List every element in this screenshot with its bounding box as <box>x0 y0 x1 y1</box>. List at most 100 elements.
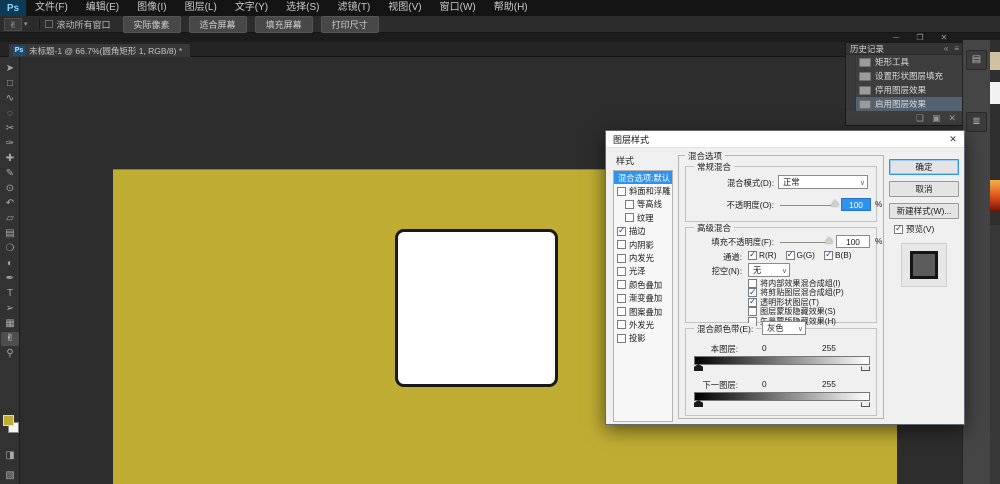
zoom-tool[interactable]: ⚲ <box>1 347 19 361</box>
properties-panel-dock-icon[interactable]: ≣ <box>966 112 987 132</box>
new-snapshot-icon[interactable]: ▣ <box>928 113 945 124</box>
style-checkbox[interactable] <box>617 267 626 276</box>
menu-item[interactable]: 文字(Y) <box>226 0 277 16</box>
shape-tool[interactable]: ▦ <box>1 317 19 331</box>
style-list-item[interactable]: 渐变叠加 <box>614 292 672 305</box>
menu-item[interactable]: 视图(V) <box>379 0 430 16</box>
advanced-option-checkbox[interactable] <box>748 307 757 316</box>
style-list-item[interactable]: 混合选项:默认 <box>614 171 672 184</box>
style-checkbox[interactable] <box>617 307 626 316</box>
healing-brush-tool[interactable]: ✚ <box>1 152 19 166</box>
menu-item[interactable]: 帮助(H) <box>485 0 537 16</box>
type-tool[interactable]: T <box>1 287 19 301</box>
style-checkbox[interactable] <box>625 200 634 209</box>
history-state-row[interactable]: 设置形状图层填充 <box>846 69 962 83</box>
lasso-tool[interactable]: ∿ <box>1 92 19 106</box>
history-brush-tool[interactable]: ↶ <box>1 197 19 211</box>
style-checkbox[interactable] <box>617 334 626 343</box>
style-list-item[interactable]: 内阴影 <box>614 238 672 251</box>
this-layer-white-handle[interactable] <box>861 364 870 371</box>
panel-menu-icon[interactable]: ≡ <box>951 44 962 53</box>
underlying-layer-white-handle[interactable] <box>861 400 870 407</box>
style-list-item[interactable]: 斜面和浮雕 <box>614 184 672 197</box>
fill-opacity-slider[interactable] <box>780 242 830 243</box>
channel-checkbox[interactable] <box>748 251 757 260</box>
tool-preset-caret-icon[interactable]: ▾ <box>24 20 28 28</box>
foreground-color-swatch[interactable] <box>3 415 14 426</box>
underlying-layer-black-handle[interactable] <box>694 400 703 407</box>
this-layer-gradient-bar[interactable] <box>694 356 870 365</box>
preview-checkbox[interactable] <box>894 225 903 234</box>
brush-tool[interactable]: ✎ <box>1 167 19 181</box>
advanced-option-checkbox[interactable] <box>748 298 757 307</box>
style-list-item[interactable]: 图案叠加 <box>614 305 672 318</box>
style-list-item[interactable]: 投影 <box>614 332 672 345</box>
delete-state-icon[interactable]: ✕ <box>944 113 960 124</box>
underlying-layer-gradient-bar[interactable] <box>694 392 870 401</box>
screen-mode-button[interactable]: ▧ <box>1 469 19 483</box>
eraser-tool[interactable]: ▱ <box>1 212 19 226</box>
options-bar-button[interactable]: 填充屏幕 <box>255 16 313 33</box>
history-source-well[interactable] <box>846 69 856 83</box>
history-source-well[interactable] <box>846 83 856 97</box>
new-style-button[interactable]: 新建样式(W)... <box>889 203 959 219</box>
menu-item[interactable]: 文件(F) <box>26 0 77 16</box>
opacity-slider-thumb[interactable] <box>831 200 839 206</box>
style-list-item[interactable]: 内发光 <box>614 251 672 264</box>
options-bar-button[interactable]: 实际像素 <box>123 16 181 33</box>
fill-opacity-input[interactable]: 100 <box>836 235 870 248</box>
menu-item[interactable]: 选择(S) <box>277 0 328 16</box>
menu-item[interactable]: 滤镜(T) <box>329 0 380 16</box>
style-list-item[interactable]: 描边 <box>614 225 672 238</box>
menu-item[interactable]: 窗口(W) <box>431 0 485 16</box>
blur-tool[interactable]: ❍ <box>1 242 19 256</box>
opacity-input[interactable]: 100 <box>841 198 871 211</box>
quick-mask-button[interactable]: ◨ <box>1 449 19 463</box>
style-checkbox[interactable] <box>625 213 634 222</box>
style-checkbox[interactable] <box>617 320 626 329</box>
style-checkbox[interactable] <box>617 227 626 236</box>
this-layer-black-handle[interactable] <box>694 364 703 371</box>
dodge-tool[interactable]: ◐ <box>1 257 19 271</box>
history-state-row[interactable]: 启用图层效果 <box>846 97 962 111</box>
style-checkbox[interactable] <box>617 240 626 249</box>
history-panel-dock-icon[interactable]: ▤ <box>966 50 987 70</box>
ok-button[interactable]: 确定 <box>889 159 959 175</box>
collapse-panel-icon[interactable]: « <box>941 44 951 53</box>
pen-tool[interactable]: ✒ <box>1 272 19 286</box>
style-list-item[interactable]: 光泽 <box>614 265 672 278</box>
fill-opacity-slider-thumb[interactable] <box>825 237 833 243</box>
style-checkbox[interactable] <box>617 294 626 303</box>
dialog-title-bar[interactable]: 图层样式 ✕ <box>606 131 964 148</box>
gradient-tool[interactable]: ▤ <box>1 227 19 241</box>
quick-selection-tool[interactable]: ◌ <box>1 107 19 121</box>
style-checkbox[interactable] <box>617 187 626 196</box>
menu-item[interactable]: 图像(I) <box>128 0 175 16</box>
move-tool[interactable]: ➤ <box>1 62 19 76</box>
style-list-item[interactable]: 纹理 <box>614 211 672 224</box>
history-state-row[interactable]: 矩形工具 <box>846 55 962 69</box>
history-source-well[interactable] <box>846 55 856 69</box>
menu-item[interactable]: 编辑(E) <box>77 0 128 16</box>
channel-checkbox[interactable] <box>824 251 833 260</box>
cancel-button[interactable]: 取消 <box>889 181 959 197</box>
knockout-select[interactable]: 无 ∨ <box>748 263 790 277</box>
rounded-rectangle-shape[interactable] <box>395 229 558 387</box>
document-tab[interactable]: Ps 未标题-1 @ 66.7%(圆角矩形 1, RGB/8) * <box>8 43 191 57</box>
dialog-close-icon[interactable]: ✕ <box>942 134 964 145</box>
opacity-slider[interactable] <box>780 205 836 206</box>
clone-stamp-tool[interactable]: ⊙ <box>1 182 19 196</box>
style-list-item[interactable]: 外发光 <box>614 318 672 331</box>
blend-mode-select[interactable]: 正常 ∨ <box>778 175 868 189</box>
history-state-row[interactable]: 停用图层效果 <box>846 83 962 97</box>
options-bar-button[interactable]: 打印尺寸 <box>321 16 379 33</box>
style-list-item[interactable]: 颜色叠加 <box>614 278 672 291</box>
style-checkbox[interactable] <box>617 280 626 289</box>
new-document-from-state-icon[interactable]: ❏ <box>912 113 928 124</box>
marquee-tool[interactable]: □ <box>1 77 19 91</box>
hand-tool-icon[interactable]: ✌ <box>4 18 22 31</box>
scroll-all-windows-checkbox[interactable] <box>45 20 53 28</box>
crop-tool[interactable]: ✂ <box>1 122 19 136</box>
channel-checkbox[interactable] <box>786 251 795 260</box>
menu-item[interactable]: 图层(L) <box>176 0 226 16</box>
